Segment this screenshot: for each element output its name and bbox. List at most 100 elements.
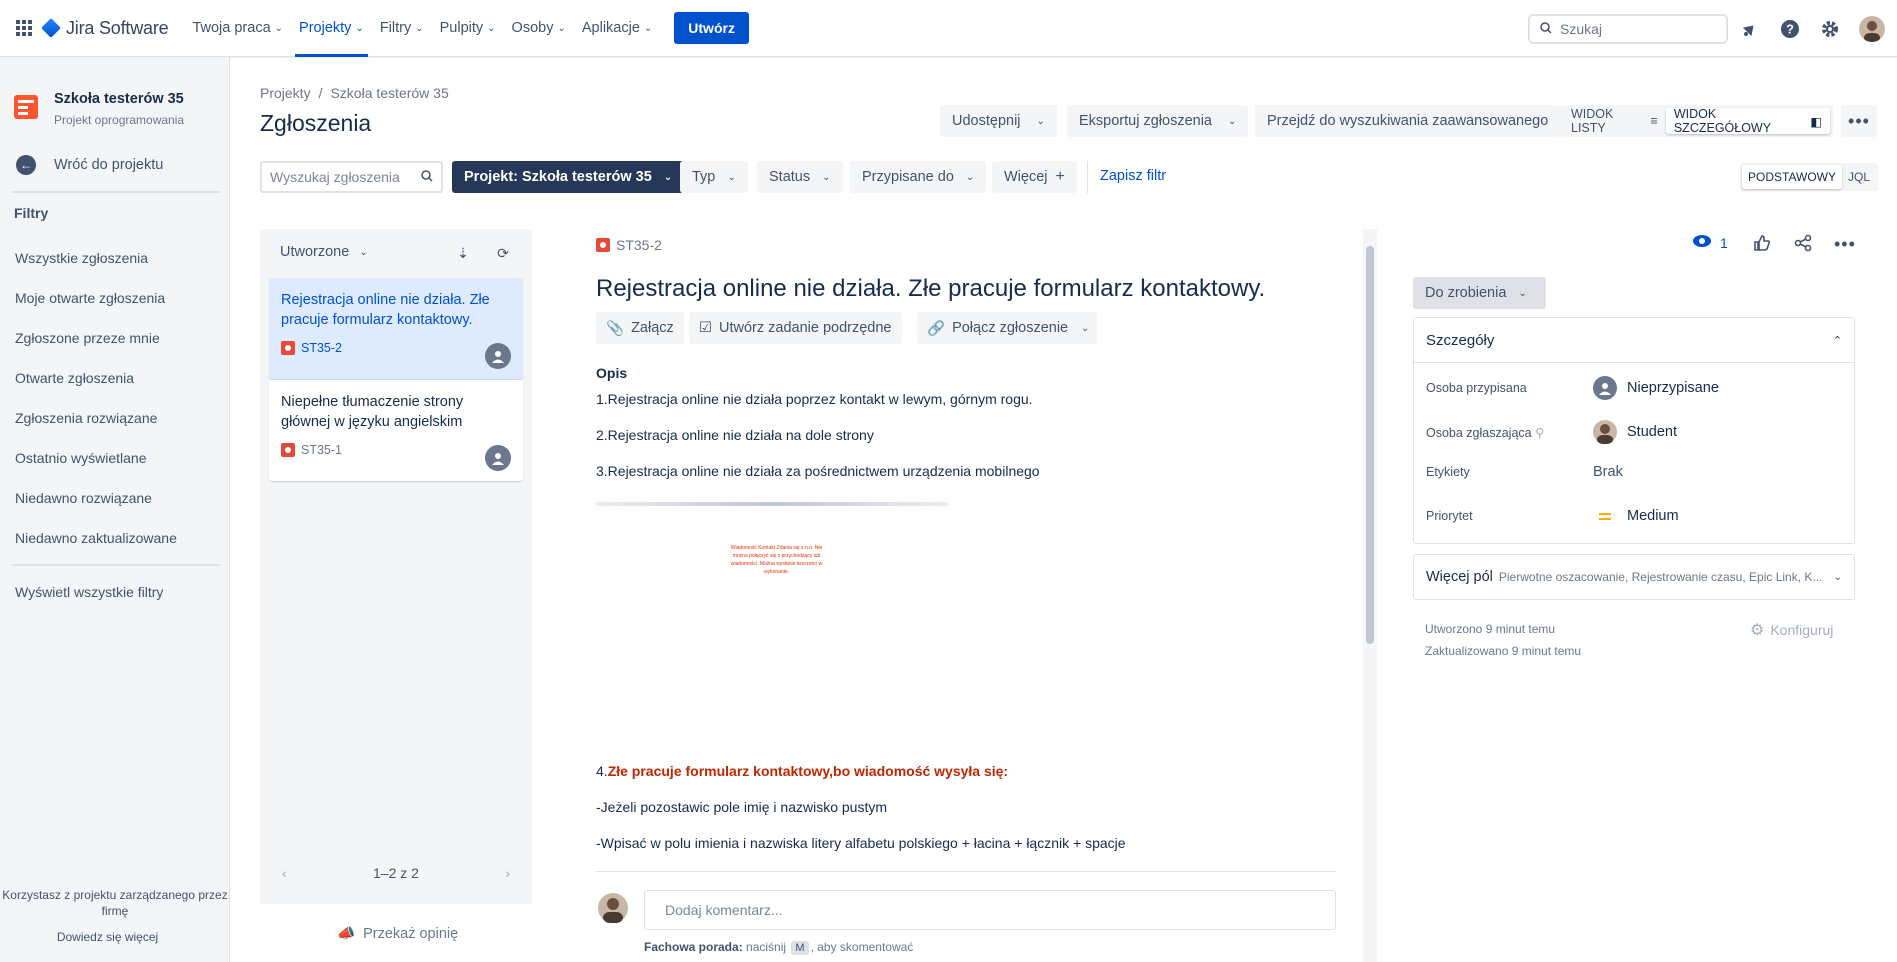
jira-logo[interactable]: Jira Software (41, 18, 169, 39)
managed-project-note: Korzystasz z projektu zarządzanego przez… (2, 888, 228, 918)
export-issues-button[interactable]: Eksportuj zgłoszenia ⌄ (1067, 105, 1249, 137)
share-icon[interactable] (1794, 234, 1812, 252)
link-issue-button[interactable]: 🔗 Połącz zgłoszenie (917, 312, 1079, 344)
more-fields-panel[interactable]: Więcej pól Pierwotne oszacowanie, Rejest… (1413, 554, 1855, 600)
more-fields-heading: Więcej pól (1426, 569, 1493, 585)
filter-recently-updated[interactable]: Niedawno zaktualizowane (15, 530, 177, 546)
settings-icon[interactable] (1815, 14, 1845, 44)
list-icon: ≡ (1650, 114, 1658, 128)
add-comment-input[interactable]: Dodaj komentarz... (644, 890, 1336, 930)
refresh-icon[interactable]: ⟳ (493, 243, 513, 263)
filter-all-issues[interactable]: Wszystkie zgłoszenia (15, 250, 148, 266)
type-filter-button[interactable]: Typ ⌄ (680, 161, 748, 193)
tip-heading: Fachowa porada: (644, 940, 743, 954)
filter-reported-by-me[interactable]: Zgłoszone przeze mnie (15, 330, 160, 346)
tip-text: naciśnij (746, 940, 787, 954)
basic-mode-button[interactable]: PODSTAWOWY (1742, 165, 1842, 189)
attachment-text: Wiadomość Kontakt Zdania się z n.n. Nie … (730, 545, 823, 575)
bug-icon (281, 443, 295, 457)
issue-card[interactable]: Niepełne tłumaczenie strony głównej w ję… (269, 380, 523, 481)
issue-key-breadcrumb[interactable]: ST35-2 (596, 237, 662, 253)
attachment-toolbar (596, 502, 948, 506)
field-label: Osoba przypisana (1426, 381, 1527, 395)
watch-button[interactable]: 1 (1692, 234, 1728, 251)
configure-button[interactable]: ⚙ Konfiguruj (1750, 620, 1833, 640)
more-fields-summary: Pierwotne oszacowanie, Rejestrowanie cza… (1498, 570, 1823, 584)
thumbs-up-icon[interactable] (1753, 234, 1771, 252)
project-filter-button[interactable]: Projekt: Szkoła testerów 35 ⌄ (452, 161, 685, 193)
issue-list-panel: Utworzone ⌄ ⇣ ⟳ Rejestracja online nie dz… (260, 229, 532, 904)
attachment-image[interactable]: Wiadomość Kontakt Zdania się z n.n. Nie … (596, 502, 948, 692)
megaphone-icon: 📣 (337, 926, 356, 942)
view-all-filters-link[interactable]: Wyświetl wszystkie filtry (15, 584, 163, 600)
breadcrumb-project[interactable]: Szkoła testerów 35 (330, 85, 448, 101)
chevron-down-icon: ⌄ (965, 171, 975, 183)
arrow-left-icon: ← (16, 155, 36, 175)
filter-recently-resolved[interactable]: Niedawno rozwiązane (15, 490, 152, 506)
filter-resolved-issues[interactable]: Zgłoszenia rozwiązane (15, 410, 157, 426)
advanced-search-button[interactable]: Przejdź do wyszukiwania zaawansowanego (1255, 105, 1561, 137)
created-timestamp: Utworzono 9 minut temu (1425, 622, 1556, 636)
field-assignee: Osoba przypisana Nieprzypisane (1426, 376, 1719, 400)
list-view-button[interactable]: WIDOK LISTY ≡ (1563, 107, 1666, 135)
chevron-left-icon[interactable]: ‹ (282, 865, 287, 881)
assignee-value[interactable]: Nieprzypisane (1593, 376, 1719, 400)
breadcrumb-separator: / (318, 85, 323, 101)
details-header[interactable]: Szczegóły ⌃ (1414, 318, 1854, 363)
filter-recently-viewed[interactable]: Ostatnio wyświetlane (15, 450, 147, 466)
nav-label: Projekty (299, 20, 352, 36)
create-subtask-button[interactable]: ☑ Utwórz zadanie podrzędne (689, 312, 902, 344)
more-icon[interactable]: ••• (1834, 234, 1856, 255)
project-avatar-icon (14, 95, 38, 119)
jql-mode-button[interactable]: JQL (1842, 165, 1876, 189)
project-header[interactable]: Szkoła testerów 35 Projekt oprogramowani… (14, 87, 184, 127)
nav-people[interactable]: Osoby ⌄ (504, 0, 574, 57)
share-button[interactable]: Udostępnij ⌄ (940, 105, 1057, 137)
breadcrumb-projects[interactable]: Projekty (260, 85, 311, 101)
field-label: Osoba zgłaszająca ⚲ (1426, 425, 1593, 440)
learn-more-link[interactable]: Dowiedz się więcej (0, 930, 215, 944)
nav-projects[interactable]: Projekty ⌄ (291, 0, 372, 57)
issue-key: ST35-2 (301, 341, 342, 355)
issue-title[interactable]: Rejestracja online nie działa. Złe pracu… (596, 275, 1265, 303)
status-filter-button[interactable]: Status ⌄ (757, 161, 843, 193)
sort-order-icon[interactable]: ⇣ (453, 243, 473, 263)
chevron-down-icon: ⌄ (274, 22, 284, 34)
list-view-label: WIDOK LISTY (1571, 107, 1614, 135)
chevron-down-icon: ⌄ (663, 171, 673, 183)
feedback-button[interactable]: 📣 Przekaż opinię (337, 925, 458, 943)
back-to-project-link[interactable]: ← Wróć do projektu (16, 155, 163, 175)
nav-apps[interactable]: Aplikacje ⌄ (574, 0, 660, 57)
assignee-filter-button[interactable]: Przypisane do ⌄ (850, 161, 987, 193)
status-dropdown[interactable]: Do zrobienia ⌄ (1413, 277, 1546, 309)
help-icon[interactable]: ? (1775, 14, 1805, 44)
detail-view-button[interactable]: WIDOK SZCZEGÓŁOWY ◧ (1665, 107, 1830, 135)
nav-filters[interactable]: Filtry ⌄ (372, 0, 432, 57)
more-filters-button[interactable]: Więcej + (992, 161, 1077, 193)
issue-search-input[interactable]: Wyszukaj zgłoszenia (260, 161, 443, 193)
more-actions-dropdown[interactable]: ⌄ (1073, 312, 1098, 344)
filter-my-open-issues[interactable]: Moje otwarte zgłoszenia (15, 290, 165, 306)
app-switcher-icon[interactable] (6, 10, 42, 46)
user-avatar[interactable] (1859, 16, 1885, 42)
chevron-right-icon[interactable]: › (505, 865, 510, 881)
priority-value[interactable]: Medium (1593, 508, 1679, 524)
chevron-down-icon: ⌄ (1036, 115, 1045, 127)
sort-dropdown[interactable]: Utworzone ⌄ (280, 244, 368, 260)
nav-your-work[interactable]: Twoja praca ⌄ (184, 0, 291, 57)
save-filter-link[interactable]: Zapisz filtr (1100, 168, 1166, 184)
labels-value[interactable]: Brak (1593, 464, 1623, 480)
global-search-input[interactable]: Szukaj (1528, 14, 1728, 44)
create-button[interactable]: Utwórz (674, 12, 749, 44)
notifications-icon[interactable] (1735, 14, 1765, 44)
status-filter-label: Status (769, 169, 811, 185)
more-actions-button[interactable]: ••• (1841, 105, 1877, 137)
reporter-value[interactable]: Student (1593, 420, 1677, 444)
issue-card[interactable]: Rejestracja online nie działa. Złe pracu… (269, 278, 523, 379)
nav-dashboards[interactable]: Pulpity ⌄ (432, 0, 504, 57)
page-title: Zgłoszenia (260, 110, 372, 136)
scrollbar-thumb[interactable] (1366, 246, 1374, 644)
attach-button[interactable]: 📎 Załącz (596, 312, 684, 344)
filter-open-issues[interactable]: Otwarte zgłoszenia (15, 370, 134, 386)
issue-card-title: Niepełne tłumaczenie strony głównej w ję… (281, 394, 464, 430)
